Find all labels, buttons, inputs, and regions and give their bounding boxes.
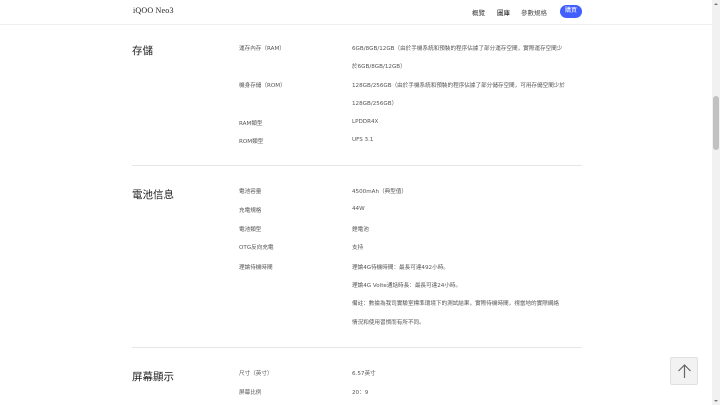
page-scrollbar[interactable]: [712, 0, 720, 405]
section-divider: [132, 165, 582, 166]
spec-value: UFS 3.1: [352, 137, 374, 143]
spec-label: 機身存儲（ROM）: [239, 83, 286, 89]
spec-value: LPDDR4X: [352, 119, 379, 125]
section-title-battery: 電池信息: [132, 189, 174, 201]
spec-value: 於6GB/8GB/12GB）: [352, 64, 406, 70]
spec-value: 6GB/8GB/12GB（由於手機系統和預裝的程序佔據了部分運存空間，實際運存空…: [352, 46, 563, 52]
scroll-down-arrow-icon[interactable]: [713, 398, 719, 404]
spec-label: 充電規格: [239, 208, 262, 214]
brand-title[interactable]: iQOO Neo3: [133, 6, 174, 15]
spec-label: 理論待機時間: [239, 265, 273, 271]
spec-value: 4500mAh（典型值）: [352, 189, 408, 195]
spec-value: 128GB/256GB）: [352, 101, 398, 107]
section-divider: [132, 347, 582, 348]
spec-value: 理論4G Volte通話時長：最長可達24小時。: [352, 283, 462, 289]
nav-specs[interactable]: 參數規格: [521, 7, 547, 17]
spec-value: 128GB/256GB（由於手機系統和預裝的程序佔據了部分儲存空間，可用存儲空間…: [352, 83, 565, 89]
spec-label: ROM類型: [239, 139, 264, 145]
spec-label: 尺寸（英寸）: [239, 371, 273, 377]
buy-button[interactable]: 購買: [560, 5, 582, 18]
spec-label: 屏幕比例: [239, 390, 262, 396]
spec-label: 運存內存（RAM）: [239, 46, 285, 52]
back-to-top-button[interactable]: [670, 357, 698, 385]
spec-value: 6.57英寸: [352, 371, 376, 377]
spec-label: OTG反向充電: [239, 245, 274, 251]
spec-value: 44W: [352, 206, 365, 212]
spec-value: 備註：數據為我司實驗室標準環境下的測試結果，實際待機時間，視當地的實際網絡: [352, 301, 559, 307]
scrollbar-thumb[interactable]: [713, 96, 719, 150]
spec-value: 理論4G待機時間：最長可達492小時。: [352, 265, 449, 271]
spec-label: 電池容量: [239, 189, 262, 195]
section-title-display: 屏幕顯示: [132, 371, 174, 383]
spec-content: 存儲 運存內存（RAM） 6GB/8GB/12GB（由於手機系統和預裝的程序佔據…: [0, 0, 712, 405]
spec-label: RAM類型: [239, 121, 263, 127]
scroll-up-arrow-icon[interactable]: [713, 1, 719, 7]
spec-label: 電池類型: [239, 227, 262, 233]
spec-value: 支持: [352, 245, 364, 251]
nav-gallery[interactable]: 圖庫: [497, 7, 510, 17]
spec-value: 20：9: [352, 390, 369, 396]
arrow-up-icon: [678, 364, 691, 378]
section-title-storage: 存儲: [132, 45, 153, 57]
nav-overview[interactable]: 概覽: [472, 7, 485, 17]
top-navbar: iQOO Neo3 概覽 圖庫 參數規格 購買: [0, 0, 712, 25]
spec-value: 鋰電池: [352, 227, 369, 233]
spec-value: 情況和使用習慣而有所不同。: [352, 320, 425, 326]
